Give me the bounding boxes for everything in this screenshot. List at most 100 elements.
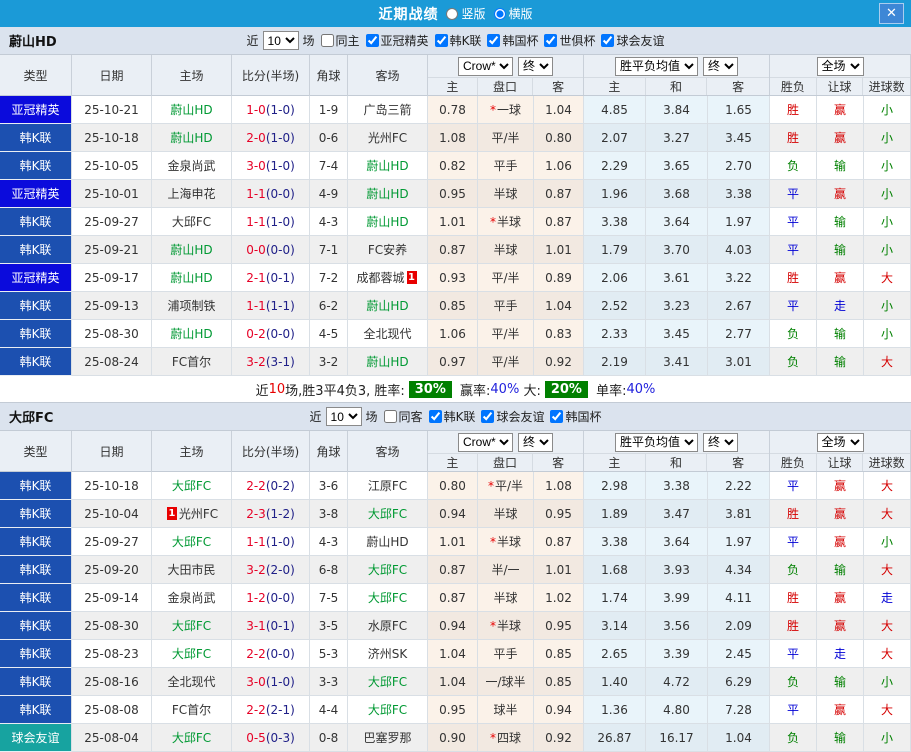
handicap-cell: * 一球 <box>478 96 534 124</box>
close-button[interactable]: ✕ <box>879 3 904 24</box>
handicap-result-cell: 赢 <box>817 264 864 292</box>
avg-time-select[interactable]: 终 <box>703 432 738 452</box>
halftime-score: (1-0) <box>265 130 295 145</box>
layout-vertical-radio[interactable] <box>446 7 459 20</box>
score-cell: 0-0 (0-0) <box>232 236 310 264</box>
corners-cell: 1-9 <box>310 96 348 124</box>
match-row: 韩K联 25-08-23 大邱FC 2-2 (0-0) 5-3 济州SK 1.04 平手 0.85… <box>0 640 911 668</box>
corners-cell: 3-8 <box>310 500 348 528</box>
goals-result-cell: 小 <box>864 124 911 152</box>
league-cell: 韩K联 <box>0 612 72 640</box>
team-name: 蔚山HD <box>366 535 409 549</box>
avg-away-odds-cell: 4.03 <box>708 236 770 264</box>
goals-result-cell: 走 <box>864 584 911 612</box>
score-cell: 3-0 (1-0) <box>232 668 310 696</box>
home-odds-cell: 0.80 <box>428 472 478 500</box>
team-name: 大邱FC <box>171 535 212 549</box>
layout-horizontal-radio[interactable] <box>493 7 506 20</box>
matches-count-select[interactable]: 10 <box>325 407 362 426</box>
avg-away-odds-cell: 2.77 <box>708 320 770 348</box>
league-filter-checkbox[interactable] <box>481 409 495 423</box>
avg-type-select[interactable]: 胜平负均值 <box>615 56 698 76</box>
result-cell: 负 <box>770 152 817 180</box>
fulltime-select[interactable]: 全场 <box>816 432 864 452</box>
fulltime-score: 3-0 <box>246 674 266 689</box>
home-odds-cell: 0.87 <box>428 584 478 612</box>
score-cell: 0-5 (0-3) <box>232 724 310 752</box>
handicap-result-cell: 输 <box>817 724 864 752</box>
home-odds-cell: 0.94 <box>428 500 478 528</box>
handicap-result-cell: 赢 <box>817 612 864 640</box>
handicap-result-cell: 走 <box>817 640 864 668</box>
avg-home-odds-cell: 1.40 <box>584 668 646 696</box>
league-filter-checkbox[interactable] <box>365 33 379 47</box>
avg-away-odds-cell: 1.04 <box>708 724 770 752</box>
title-bar: 近期战绩 竖版 横版 ✕ <box>0 0 911 27</box>
team-name: 大邱FC <box>171 731 212 745</box>
league-filter-checkbox[interactable] <box>487 33 501 47</box>
league-cell: 韩K联 <box>0 124 72 152</box>
date-cell: 25-08-04 <box>72 724 152 752</box>
avg-draw-odds-cell: 3.47 <box>646 500 708 528</box>
fulltime-score: 0-5 <box>246 730 266 745</box>
fulltime-score: 0-2 <box>246 326 266 341</box>
subheader-odds-home: 主 <box>428 454 478 471</box>
avg-home-odds-cell: 2.65 <box>584 640 646 668</box>
subheader-odds-away: 客 <box>552 456 565 470</box>
away-team-cell: 水原FC <box>348 612 428 640</box>
league-filter-label: 韩K联 <box>449 33 482 48</box>
corners-cell: 0-8 <box>310 724 348 752</box>
team-name: 大邱FC <box>171 619 212 633</box>
near-label: 近 <box>246 34 259 48</box>
league-filter-label: 亚冠精英 <box>380 33 429 48</box>
same-away-checkbox[interactable] <box>383 410 397 423</box>
fulltime-select[interactable]: 全场 <box>816 56 864 76</box>
avg-time-select[interactable]: 终 <box>703 56 738 76</box>
halftime-score: (0-1) <box>265 618 295 633</box>
odds-company-select[interactable]: Crow* <box>458 432 513 452</box>
league-filter-label: 球会友谊 <box>616 33 665 48</box>
halftime-score: (1-1) <box>265 298 295 313</box>
table1-body: 亚冠精英 25-10-21 蔚山HD 1-0 (1-0) 1-9 广岛三箭 0.78 * 一球 1.… <box>0 96 911 376</box>
league-filter-checkbox[interactable] <box>544 33 558 47</box>
league-filter: 球会友谊 <box>475 408 544 425</box>
handicap-result-cell: 输 <box>817 556 864 584</box>
odds-time-select[interactable]: 终 <box>518 56 553 76</box>
handicap-result-cell: 输 <box>817 320 864 348</box>
odds-company-select[interactable]: Crow* <box>458 56 513 76</box>
score-cell: 3-2 (2-0) <box>232 556 310 584</box>
table2-body: 韩K联 25-10-18 大邱FC 2-2 (0-2) 3-6 江原FC 0.80 * 平/半 1.… <box>0 472 911 752</box>
league-filter-checkbox[interactable] <box>601 33 615 47</box>
home-team-cell: 上海申花 <box>152 180 232 208</box>
team-name: 成都蓉城 <box>356 271 405 285</box>
avg-type-select[interactable]: 胜平负均值 <box>615 432 698 452</box>
match-row: 韩K联 25-09-21 蔚山HD 0-0 (0-0) 7-1 FC安养 0.87 半球 1.01… <box>0 236 911 264</box>
corners-cell: 4-3 <box>310 528 348 556</box>
matches-count-select[interactable]: 10 <box>262 31 299 50</box>
handicap-cell: 半球 <box>478 236 534 264</box>
avg-draw-odds-cell: 3.56 <box>646 612 708 640</box>
avg-home-odds-cell: 2.29 <box>584 152 646 180</box>
avg-away-odds-cell: 2.09 <box>708 612 770 640</box>
home-team-cell: 大邱FC <box>152 528 232 556</box>
same-home-checkbox[interactable] <box>320 34 334 47</box>
odds-time-select[interactable]: 终 <box>518 432 553 452</box>
avg-home-odds-cell: 2.19 <box>584 348 646 376</box>
fulltime-score: 2-2 <box>246 478 266 493</box>
layout-horizontal-label: 横版 <box>508 7 533 21</box>
league-filter-label: 韩国杯 <box>565 409 602 424</box>
avg-home-odds-cell: 1.68 <box>584 556 646 584</box>
halftime-score: (1-0) <box>265 534 295 549</box>
team-name: 江原FC <box>367 479 408 493</box>
league-filter-checkbox[interactable] <box>550 409 564 423</box>
handicap-result-cell: 输 <box>817 152 864 180</box>
col-header-date: 日期 <box>72 431 152 472</box>
score-cell: 1-1 (1-0) <box>232 208 310 236</box>
home-odds-cell: 1.04 <box>428 640 478 668</box>
league-filter-checkbox[interactable] <box>428 409 442 423</box>
league-filter-checkbox[interactable] <box>434 33 448 47</box>
team-name: 蔚山HD <box>366 215 409 229</box>
date-cell: 25-09-14 <box>72 584 152 612</box>
date-cell: 25-08-08 <box>72 696 152 724</box>
home-team-cell: 大邱FC <box>152 612 232 640</box>
